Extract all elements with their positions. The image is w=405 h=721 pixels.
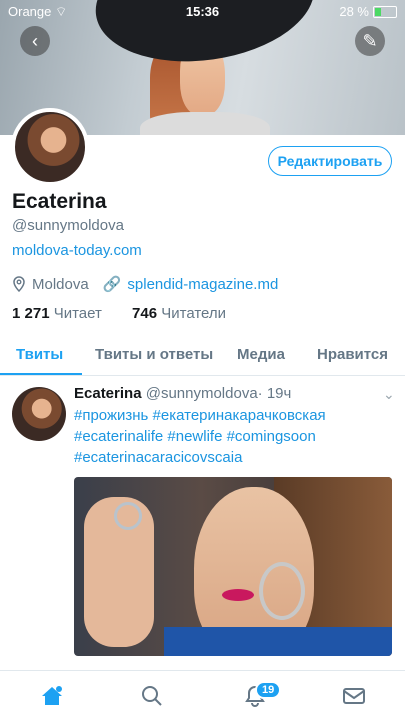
profile-link[interactable]: splendid-magazine.md [127, 276, 278, 293]
active-tab-indicator [0, 373, 82, 375]
tweet-header: Ecaterina @sunnymoldova· 19ч [74, 385, 291, 402]
profile-avatar[interactable] [11, 108, 89, 186]
tab-tweets-replies[interactable]: Твиты и ответы [95, 346, 213, 363]
tweet-image[interactable] [74, 477, 392, 656]
profile-handle: @sunnymoldova [12, 217, 124, 234]
tweet-text[interactable]: #прожизнь #екатеринакарачковская #ecater… [74, 405, 394, 468]
tweet-author[interactable]: Ecaterina [74, 385, 142, 402]
profile-name: Ecaterina [12, 190, 107, 213]
profile-tabs: Твиты Твиты и ответы Медиа Нравится [0, 340, 405, 376]
tweet-avatar[interactable] [12, 387, 66, 441]
following-stat[interactable]: 1 271 Читает [12, 305, 102, 322]
compose-button[interactable]: ✎ [355, 26, 385, 56]
tweet-handle: @sunnymoldova [145, 385, 258, 402]
home-icon[interactable] [40, 685, 64, 707]
compose-icon: ✎ [362, 30, 378, 51]
profile-stats: 1 271 Читает 746 Читатели [12, 305, 226, 322]
tab-likes[interactable]: Нравится [317, 346, 388, 363]
notifications-badge: 19 [255, 681, 282, 699]
tweet-time: · 19ч [257, 385, 292, 402]
battery-icon [373, 5, 397, 18]
mail-icon[interactable] [342, 685, 366, 707]
profile-website[interactable]: moldova-today.com [12, 242, 142, 259]
location-text: Moldova [32, 275, 89, 293]
followers-stat[interactable]: 746 Читатели [132, 305, 226, 322]
back-button[interactable]: ‹ [20, 26, 50, 56]
search-icon[interactable] [140, 685, 164, 707]
tab-tweets[interactable]: Твиты [16, 346, 63, 363]
status-bar: Orange ⌔ 15:36 28 % [0, 0, 405, 22]
bottom-navigation [0, 670, 405, 721]
link-icon: 🔗 [102, 276, 122, 293]
edit-profile-button[interactable]: Редактировать [268, 146, 392, 176]
tab-media[interactable]: Медиа [237, 346, 285, 363]
battery: 28 % [339, 4, 397, 19]
chevron-down-icon[interactable]: ⌄ [383, 386, 395, 403]
location-icon [13, 276, 25, 292]
profile-meta: Moldova 🔗 splendid-magazine.md [12, 275, 278, 293]
chevron-left-icon: ‹ [32, 30, 38, 51]
